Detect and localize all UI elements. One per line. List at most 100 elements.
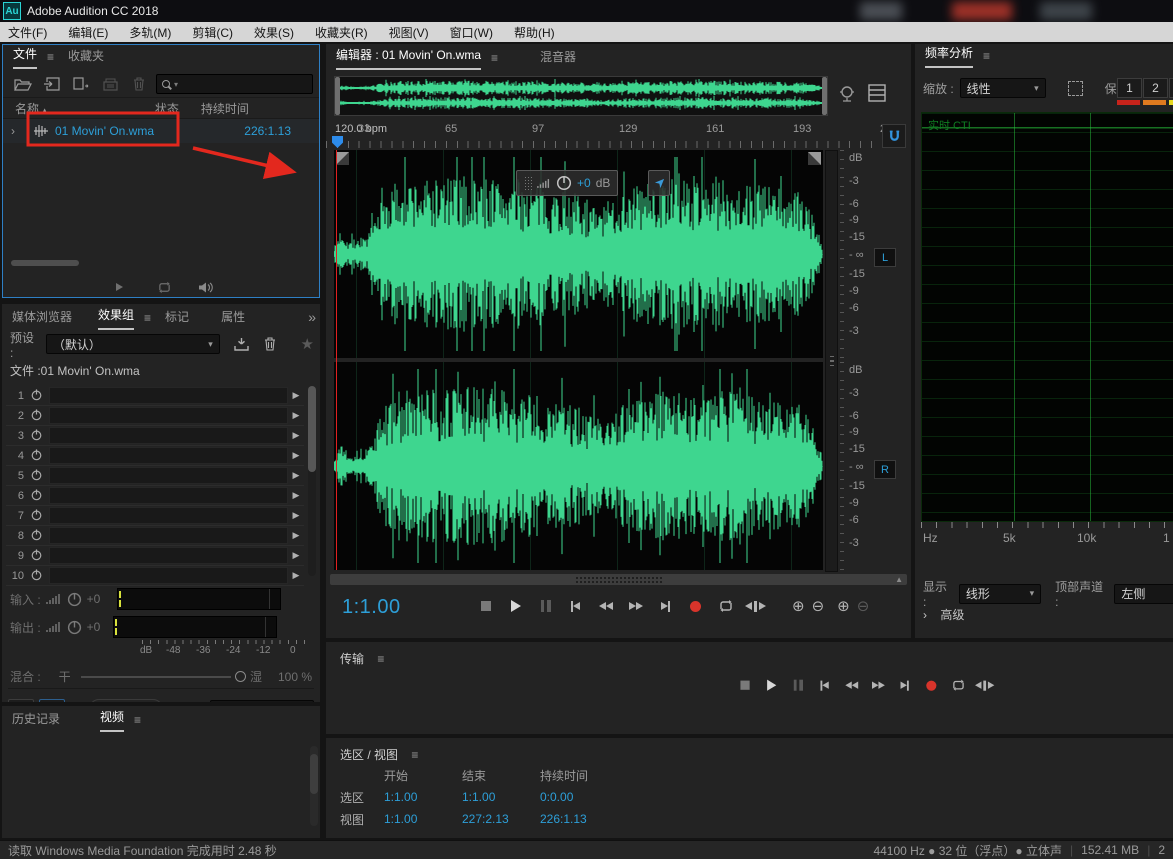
effect-slot-power-icon[interactable]	[30, 448, 45, 463]
history-panel-menu-icon[interactable]: ≡	[134, 713, 141, 727]
new-content-icon[interactable]	[69, 75, 93, 93]
effect-slot-arrow-icon[interactable]: ▶	[288, 550, 304, 561]
delete-preset-icon[interactable]	[258, 335, 281, 353]
output-gain-value[interactable]: +0	[87, 620, 101, 634]
hold-button-3[interactable]: 3	[1169, 78, 1173, 98]
go-to-end-button[interactable]	[654, 596, 677, 616]
menu-item-view[interactable]: 视图(V)	[389, 24, 429, 41]
menu-item-clip[interactable]: 剪辑(C)	[192, 24, 233, 41]
files-horizontal-scrollbar[interactable]	[11, 260, 79, 266]
channel-right-badge[interactable]: R	[874, 460, 896, 479]
hud-pin-button[interactable]	[648, 170, 670, 196]
effect-slot-arrow-icon[interactable]: ▶	[288, 530, 304, 541]
display-dropdown[interactable]: 线形▾	[959, 584, 1041, 604]
editor-panel-menu-icon[interactable]: ≡	[491, 51, 498, 65]
effect-slot-field[interactable]	[49, 447, 288, 464]
effect-slot-field[interactable]	[49, 527, 288, 544]
menu-item-effects[interactable]: 效果(S)	[254, 24, 294, 41]
preset-dropdown[interactable]: （默认）▾	[46, 334, 220, 354]
transport-skip-selection-button[interactable]	[974, 676, 995, 694]
waveform-overview[interactable]	[334, 76, 828, 116]
rack-power-button[interactable]	[8, 699, 34, 702]
editor-horizontal-scrollbar[interactable]: ▲	[330, 574, 907, 585]
time-display[interactable]: 1:1.00	[342, 596, 401, 619]
tab-media-browser[interactable]: 媒体浏览器	[12, 308, 72, 330]
hud-gain-value[interactable]: +0	[577, 176, 591, 190]
rack-list-toggle-button[interactable]	[39, 699, 65, 702]
zoom-in-selection-button[interactable]: ⊕	[837, 597, 850, 615]
selection-time-value[interactable]: 227:2.13	[462, 812, 540, 826]
save-preset-icon[interactable]	[230, 335, 253, 353]
go-to-start-button[interactable]	[564, 596, 587, 616]
loop-playback-button[interactable]	[714, 596, 737, 616]
effect-slot-arrow-icon[interactable]: ▶	[288, 450, 304, 461]
transport-go-to-end-button[interactable]	[894, 676, 915, 694]
expand-chevron-icon[interactable]: ›	[11, 124, 15, 138]
tab-markers[interactable]: 标记	[165, 308, 189, 330]
transport-stop-button[interactable]	[734, 676, 755, 694]
transport-go-to-start-button[interactable]	[814, 676, 835, 694]
effect-slot-field[interactable]	[49, 407, 288, 424]
column-header-name[interactable]: 名称 ▴	[15, 100, 47, 117]
tab-files[interactable]: 文件	[13, 45, 37, 69]
transport-loop-button[interactable]	[947, 676, 968, 694]
channel-left-badge[interactable]: L	[874, 248, 896, 267]
effect-slot-power-icon[interactable]	[30, 408, 45, 423]
zoom-out-button[interactable]: ⊖	[812, 597, 825, 615]
editor-layout-icon[interactable]	[868, 84, 886, 105]
fast-forward-button[interactable]	[624, 596, 647, 616]
effect-slot-arrow-icon[interactable]: ▶	[288, 470, 304, 481]
files-panel-menu-icon[interactable]: ≡	[47, 50, 54, 64]
import-file-icon[interactable]	[40, 75, 64, 93]
column-header-duration[interactable]: 持续时间	[201, 100, 249, 117]
skip-selection-button[interactable]	[744, 596, 767, 616]
hud-grip-icon[interactable]	[524, 176, 532, 190]
input-gain-knob[interactable]	[67, 592, 82, 607]
scrollbar-resize-icon[interactable]: ▲	[895, 575, 903, 584]
frequency-graph[interactable]: 实时 CTI	[921, 112, 1173, 522]
fade-out-handle[interactable]	[808, 152, 821, 165]
hold-button-2[interactable]: 2	[1143, 78, 1168, 98]
record-button[interactable]	[684, 596, 707, 616]
apply-button[interactable]: 应用	[89, 699, 163, 702]
output-gain-knob[interactable]	[67, 620, 82, 635]
fade-in-handle[interactable]	[336, 152, 349, 165]
tab-frequency-analysis[interactable]: 频率分析	[925, 44, 973, 68]
effect-slot-power-icon[interactable]	[30, 468, 45, 483]
menu-item-help[interactable]: 帮助(H)	[514, 24, 555, 41]
freq-panel-menu-icon[interactable]: ≡	[983, 49, 990, 63]
effect-slot-arrow-icon[interactable]: ▶	[288, 430, 304, 441]
play-button[interactable]	[504, 596, 527, 616]
timeline-ruler[interactable]: 120.0 bpm 33659712916119322	[326, 122, 911, 148]
effects-scrollbar[interactable]	[308, 386, 316, 576]
hold-button-1[interactable]: 1	[1117, 78, 1142, 98]
zoom-in-button[interactable]: ⊕	[792, 597, 805, 615]
column-header-status[interactable]: 状态	[155, 100, 179, 117]
files-auto-play-speaker-icon[interactable]	[198, 281, 214, 294]
tab-properties[interactable]: 属性	[221, 308, 245, 330]
effect-slot-field[interactable]	[49, 487, 288, 504]
tab-favorites[interactable]: 收藏夹	[68, 47, 104, 69]
transport-rewind-button[interactable]	[841, 676, 862, 694]
waveform-channel-right[interactable]	[334, 362, 823, 570]
input-gain-value[interactable]: +0	[87, 592, 101, 606]
menu-item-file[interactable]: 文件(F)	[8, 24, 47, 41]
selection-time-value[interactable]: 0:0.00	[540, 790, 650, 804]
overview-right-handle[interactable]	[822, 77, 827, 115]
effect-slot-power-icon[interactable]	[30, 568, 45, 583]
rewind-button[interactable]	[594, 596, 617, 616]
effect-slot-field[interactable]	[49, 547, 288, 564]
batch-process-icon[interactable]	[98, 75, 122, 93]
selection-time-value[interactable]: 1:1.00	[384, 790, 462, 804]
effect-slot-power-icon[interactable]	[30, 388, 45, 403]
advanced-disclosure[interactable]: › 高级	[923, 606, 964, 623]
effect-slot-field[interactable]	[49, 467, 288, 484]
hud-gain-control[interactable]: +0 dB	[516, 170, 618, 196]
tab-overflow-icon[interactable]: »	[308, 309, 316, 330]
zoom-out-full-button[interactable]: ⊖	[857, 597, 870, 615]
tab-video[interactable]: 视频	[100, 708, 124, 732]
effect-slot-power-icon[interactable]	[30, 488, 45, 503]
transport-record-button[interactable]	[921, 676, 942, 694]
tab-history[interactable]: 历史记录	[12, 710, 60, 732]
open-file-icon[interactable]	[11, 75, 35, 93]
